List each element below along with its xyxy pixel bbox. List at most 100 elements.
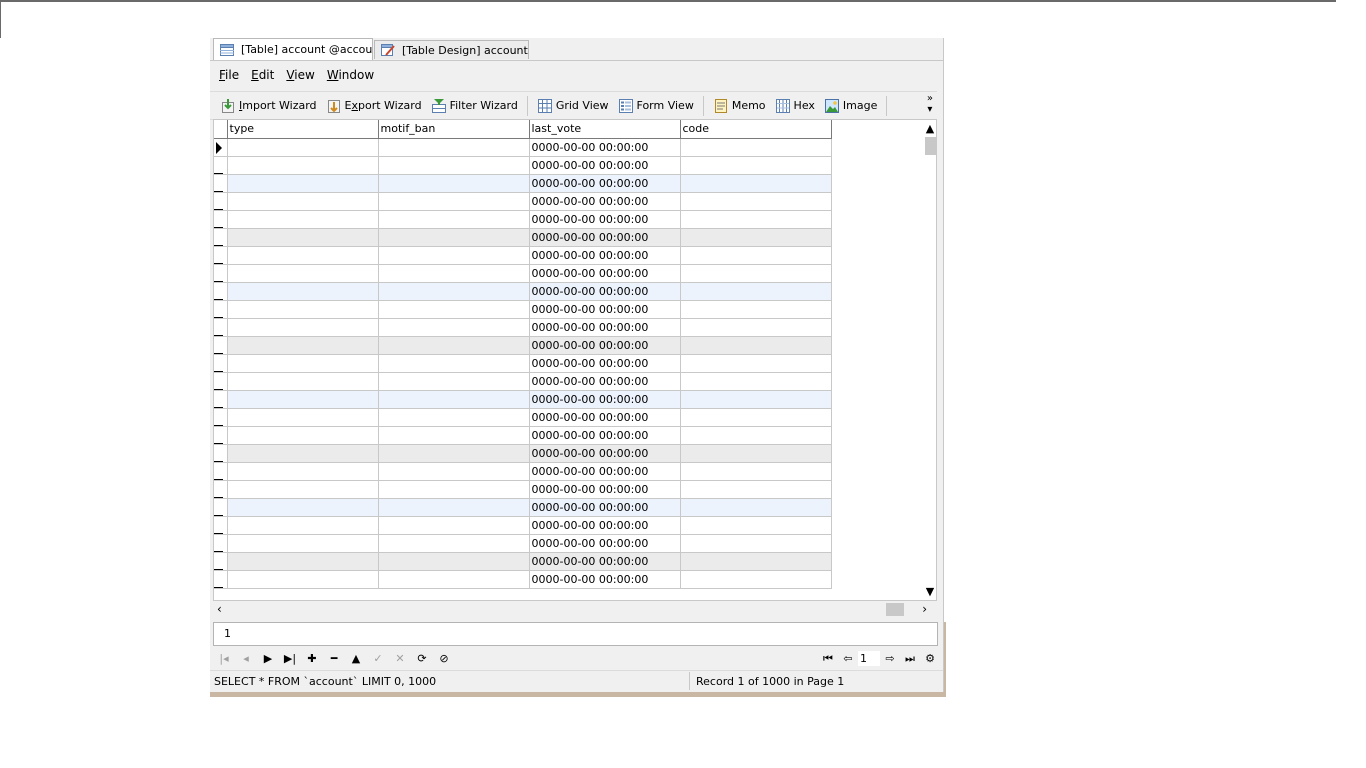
filter-wizard-button[interactable]: Filter Wizard [431, 98, 518, 113]
cell-code[interactable] [679, 173, 832, 193]
cell-motif-ban[interactable] [377, 191, 530, 211]
cell-motif-ban[interactable] [377, 479, 530, 499]
data-grid[interactable]: type motif_ban last_vote code 0000-00-00… [213, 119, 937, 601]
table-row[interactable]: 0000-00-00 00:00:00 [214, 425, 832, 445]
cell-last-vote[interactable]: 0000-00-00 00:00:00 [528, 137, 681, 157]
cell-code[interactable] [679, 515, 832, 535]
table-row[interactable]: 0000-00-00 00:00:00 [214, 317, 832, 337]
form-view-button[interactable]: Form View [618, 98, 694, 113]
cell-code[interactable] [679, 353, 832, 373]
cancel-edit-icon[interactable]: ✕ [389, 652, 411, 665]
row-indicator[interactable] [214, 245, 228, 265]
edit-record-icon[interactable]: ▲ [345, 652, 367, 665]
previous-page-icon[interactable]: ⇦ [838, 652, 858, 665]
row-indicator[interactable] [214, 479, 228, 499]
cell-motif-ban[interactable] [377, 551, 530, 571]
cell-code[interactable] [679, 191, 832, 211]
cell-code[interactable] [679, 263, 832, 283]
table-row[interactable]: 0000-00-00 00:00:00 [214, 533, 832, 553]
row-indicator[interactable] [214, 299, 228, 319]
cell-last-vote[interactable]: 0000-00-00 00:00:00 [528, 353, 681, 373]
table-row[interactable]: 0000-00-00 00:00:00 [214, 515, 832, 535]
column-header-last-vote[interactable]: last_vote [528, 120, 681, 139]
chevron-up-icon[interactable]: ▲ [925, 122, 935, 135]
cell-last-vote[interactable]: 0000-00-00 00:00:00 [528, 281, 681, 301]
cell-type[interactable] [226, 335, 379, 355]
cell-code[interactable] [679, 137, 832, 157]
cell-type[interactable] [226, 191, 379, 211]
cell-code[interactable] [679, 569, 832, 589]
table-row[interactable]: 0000-00-00 00:00:00 [214, 227, 832, 247]
cell-last-vote[interactable]: 0000-00-00 00:00:00 [528, 263, 681, 283]
memo-button[interactable]: Memo [714, 98, 766, 113]
cell-code[interactable] [679, 281, 832, 301]
table-row[interactable]: 0000-00-00 00:00:00 [214, 389, 832, 409]
cell-type[interactable] [226, 353, 379, 373]
next-record-icon[interactable]: ▶ [257, 652, 279, 665]
cell-type[interactable] [226, 407, 379, 427]
row-indicator[interactable] [214, 389, 228, 409]
cell-motif-ban[interactable] [377, 389, 530, 409]
cell-last-vote[interactable]: 0000-00-00 00:00:00 [528, 569, 681, 589]
cell-code[interactable] [679, 407, 832, 427]
table-row[interactable]: 0000-00-00 00:00:00 [214, 335, 832, 355]
stop-icon[interactable]: ⊘ [433, 652, 455, 665]
table-row[interactable]: 0000-00-00 00:00:00 [214, 551, 832, 571]
cell-motif-ban[interactable] [377, 245, 530, 265]
menu-edit[interactable]: Edit [247, 68, 278, 82]
cell-code[interactable] [679, 227, 832, 247]
cell-code[interactable] [679, 497, 832, 517]
cell-motif-ban[interactable] [377, 155, 530, 175]
table-row[interactable]: 0000-00-00 00:00:00 [214, 443, 832, 463]
column-header-type[interactable]: type [226, 120, 379, 139]
row-indicator[interactable] [214, 461, 228, 481]
row-indicator[interactable] [214, 353, 228, 373]
refresh-icon[interactable]: ⟳ [411, 652, 433, 665]
cell-last-vote[interactable]: 0000-00-00 00:00:00 [528, 551, 681, 571]
cell-code[interactable] [679, 461, 832, 481]
table-row[interactable]: 0000-00-00 00:00:00 [214, 137, 832, 157]
table-row[interactable]: 0000-00-00 00:00:00 [214, 173, 832, 193]
table-row[interactable]: 0000-00-00 00:00:00 [214, 155, 832, 175]
cell-type[interactable] [226, 281, 379, 301]
export-wizard-button[interactable]: Export Wizard [327, 99, 422, 113]
vertical-scroll-thumb[interactable] [925, 137, 936, 155]
prior-record-icon[interactable]: ◂ [235, 652, 257, 665]
table-row[interactable]: 0000-00-00 00:00:00 [214, 461, 832, 481]
cell-last-vote[interactable]: 0000-00-00 00:00:00 [528, 335, 681, 355]
row-indicator[interactable] [214, 137, 228, 157]
cell-last-vote[interactable]: 0000-00-00 00:00:00 [528, 425, 681, 445]
table-row[interactable]: 0000-00-00 00:00:00 [214, 281, 832, 301]
table-row[interactable]: 0000-00-00 00:00:00 [214, 191, 832, 211]
table-row[interactable]: 0000-00-00 00:00:00 [214, 263, 832, 283]
import-wizard-button[interactable]: Import Wizard [221, 98, 317, 113]
row-indicator[interactable] [214, 263, 228, 283]
cell-motif-ban[interactable] [377, 137, 530, 157]
cell-type[interactable] [226, 497, 379, 517]
cell-last-vote[interactable]: 0000-00-00 00:00:00 [528, 515, 681, 535]
column-header-code[interactable]: code [679, 120, 832, 139]
cell-type[interactable] [226, 533, 379, 553]
horizontal-scrollbar[interactable]: ‹ › [213, 601, 937, 618]
tab-table-account[interactable]: [Table] account @accou... [213, 38, 373, 60]
cell-last-vote[interactable]: 0000-00-00 00:00:00 [528, 155, 681, 175]
cell-code[interactable] [679, 299, 832, 319]
column-header-motif-ban[interactable]: motif_ban [377, 120, 530, 139]
chevron-down-icon[interactable]: ▼ [925, 585, 935, 598]
cell-motif-ban[interactable] [377, 515, 530, 535]
cell-value-field[interactable]: 1 [213, 622, 938, 646]
cell-motif-ban[interactable] [377, 497, 530, 517]
row-indicator[interactable] [214, 281, 228, 301]
row-indicator[interactable] [214, 569, 228, 589]
cell-motif-ban[interactable] [377, 227, 530, 247]
row-indicator[interactable] [214, 335, 228, 355]
row-indicator[interactable] [214, 515, 228, 535]
cell-type[interactable] [226, 389, 379, 409]
cell-motif-ban[interactable] [377, 263, 530, 283]
cell-code[interactable] [679, 443, 832, 463]
cell-type[interactable] [226, 317, 379, 337]
row-indicator[interactable] [214, 191, 228, 211]
cell-last-vote[interactable]: 0000-00-00 00:00:00 [528, 227, 681, 247]
table-row[interactable]: 0000-00-00 00:00:00 [214, 569, 832, 589]
table-row[interactable]: 0000-00-00 00:00:00 [214, 497, 832, 517]
